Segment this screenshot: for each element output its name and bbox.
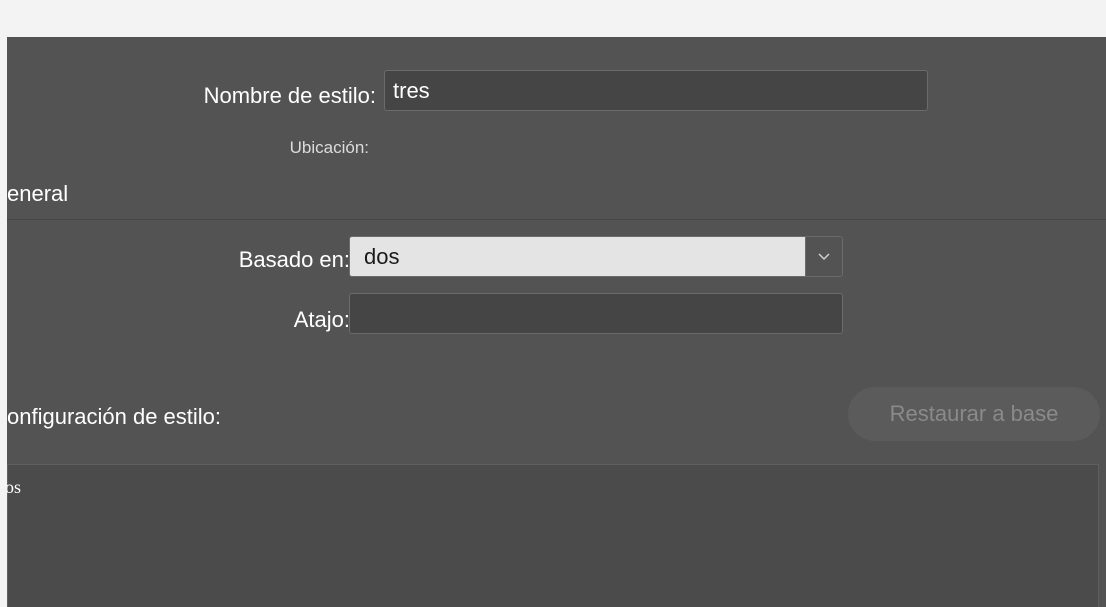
restore-to-base-button[interactable]: Restaurar a base: [848, 387, 1100, 441]
shortcut-label: Atajo:: [293, 307, 350, 332]
style-name-label: Nombre de estilo:: [203, 83, 376, 108]
section-divider: [7, 219, 1106, 220]
style-options-panel: Nombre de estilo: Ubicación: eneral Basa…: [7, 37, 1106, 607]
based-on-label: Basado en:: [238, 247, 350, 272]
title-bar: [0, 0, 1106, 37]
based-on-select[interactable]: dos: [349, 236, 843, 277]
dropdown-button[interactable]: [805, 237, 842, 276]
location-label: Ubicación:: [289, 138, 369, 157]
based-on-value[interactable]: dos: [350, 237, 805, 276]
chevron-down-icon: [818, 253, 830, 261]
shortcut-input[interactable]: [349, 293, 843, 334]
section-general-heading: eneral: [7, 181, 69, 206]
style-name-input[interactable]: [384, 70, 928, 111]
style-settings-description: los: [7, 464, 1099, 607]
style-settings-text: los: [7, 477, 22, 497]
section-style-settings-heading: onfiguración de estilo:: [7, 404, 222, 429]
